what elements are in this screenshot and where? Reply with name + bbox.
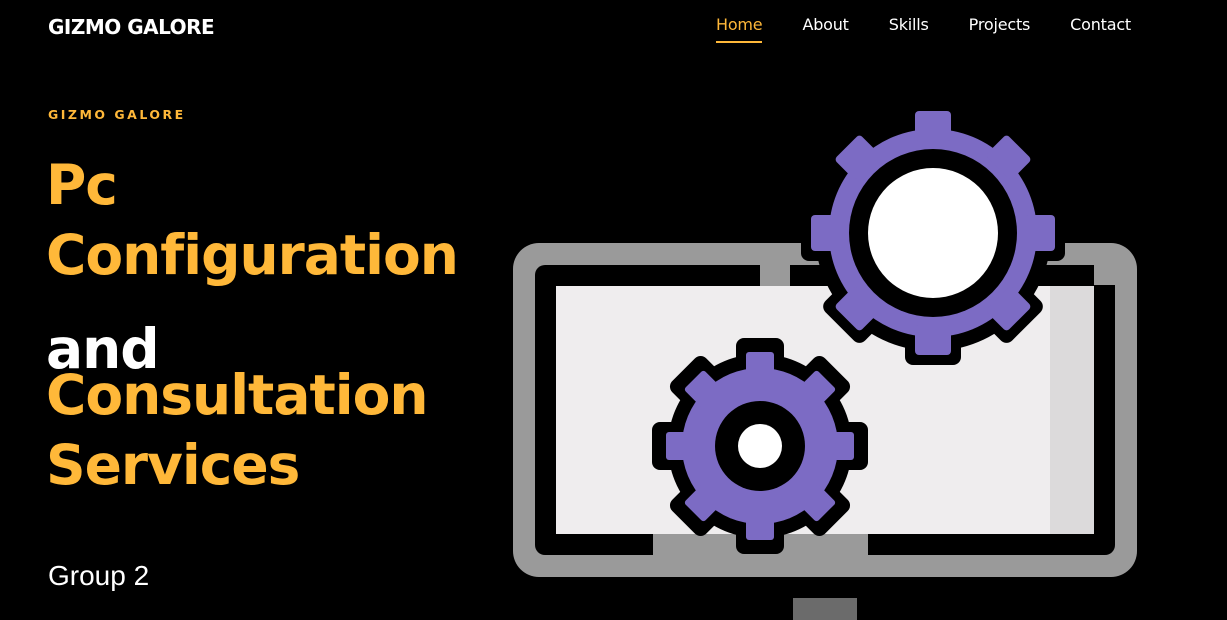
nav-projects[interactable]: Projects <box>969 15 1031 43</box>
headline-line-2: Configuration <box>46 223 459 287</box>
hero-eyebrow: GIZMO GALORE <box>48 107 186 122</box>
nav-skills[interactable]: Skills <box>889 15 929 43</box>
nav-about[interactable]: About <box>802 15 849 43</box>
hero-headline: Pc Configuration and Consultation Servic… <box>46 150 459 500</box>
nav-home[interactable]: Home <box>716 15 763 43</box>
headline-line-1: Pc <box>46 153 118 217</box>
page: GIZMO GALORE Home About Skills Projects … <box>0 0 1227 620</box>
nav-contact[interactable]: Contact <box>1070 15 1131 43</box>
monitor-stand <box>793 598 857 620</box>
headline-line-5: Services <box>46 433 300 497</box>
small-gear <box>652 338 868 554</box>
large-gear <box>801 101 1065 365</box>
monitor-gears-icon <box>513 101 1137 620</box>
hero-subtitle: Group 2 <box>48 560 150 591</box>
main-nav: Home About Skills Projects Contact <box>716 15 1171 43</box>
site-logo[interactable]: GIZMO GALORE <box>48 14 215 40</box>
headline-line-4: Consultation <box>46 363 429 427</box>
